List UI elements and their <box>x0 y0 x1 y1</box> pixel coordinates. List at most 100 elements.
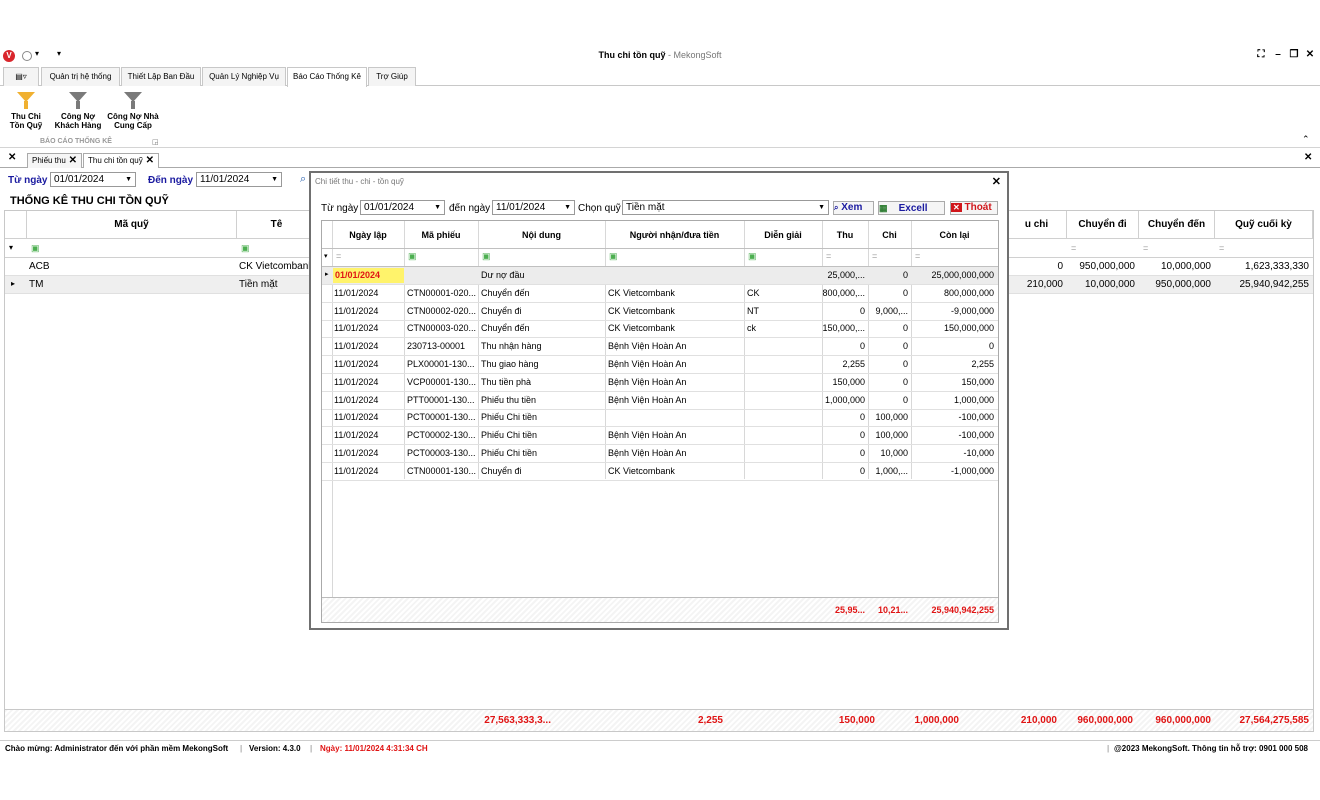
total-cell: 960,000,000 <box>1155 715 1211 726</box>
filter-equals-icon[interactable]: = <box>826 251 831 261</box>
detail-row[interactable]: 11/01/2024 CTN00001-130... Chuyển đi CK Vie… <box>322 463 998 481</box>
cell-chi: 100,000 <box>875 430 908 441</box>
minimize-button[interactable]: – <box>1272 49 1284 60</box>
doc-tab-thu-chi[interactable]: Thu chi tồn quỹ ✕ <box>83 153 159 168</box>
doc-tab-phieu-thu[interactable]: Phiếu thu ✕ <box>27 153 82 168</box>
cell-tong-chi: 210,000 <box>1026 279 1063 290</box>
cong-no-khach-hang-button[interactable]: Công Nợ Khách Hàng <box>52 92 104 130</box>
tab-bao-cao[interactable]: Báo Cáo Thống Kê <box>287 67 367 87</box>
detail-row[interactable]: 11/01/2024 PTT00001-130... Phiếu thu tiền B… <box>322 392 998 410</box>
detail-row[interactable]: 11/01/2024 VCP00001-130... Thu tiền phà Bện… <box>322 374 998 392</box>
col-con-lai[interactable]: Còn lại <box>911 230 998 240</box>
close-tab-icon[interactable]: ✕ <box>146 154 154 168</box>
cell-ngay-lap: 11/01/2024 <box>334 341 379 352</box>
exit-button[interactable]: ✕ Thoát <box>950 201 998 215</box>
tab-quan-tri[interactable]: Quản trị hệ thống <box>41 67 120 86</box>
cell-thu: 1,000,000 <box>824 394 865 405</box>
cell-con-lai: 1,000,000 <box>953 394 994 405</box>
chevron-down-icon[interactable]: ▼ <box>564 201 571 214</box>
col-chi[interactable]: Chi <box>868 230 911 240</box>
dialog-from-date-input[interactable]: 01/01/2024 ▼ <box>360 200 445 215</box>
col-tong-chi[interactable]: u chi <box>1007 211 1067 239</box>
close-window-button[interactable]: ✕ <box>1304 49 1316 60</box>
filter-cell-icon[interactable]: ▣ <box>748 251 757 262</box>
detail-row[interactable]: 11/01/2024 CTN00001-020... Chuyển đến CK Vi… <box>322 285 998 303</box>
cell-thu: 150,000 <box>832 376 865 387</box>
excel-button[interactable]: ▦ Excell <box>878 201 945 215</box>
close-dialog-button[interactable]: ✕ <box>992 175 1001 188</box>
detail-row[interactable]: ▸ 01/01/2024 Dư nợ đầu 25,000,... 0 25,000,00… <box>322 267 998 285</box>
chevron-down-icon[interactable]: ▼ <box>434 201 441 214</box>
cell-chi: 100,000 <box>875 412 908 423</box>
filter-equals-icon[interactable]: = <box>1071 243 1076 253</box>
col-thu[interactable]: Thu <box>822 230 868 240</box>
col-ten[interactable]: Tê <box>237 211 317 239</box>
cell-dien-giai: NT <box>747 305 759 316</box>
filter-equals-icon[interactable]: = <box>336 251 341 261</box>
total-thu: 25,95... <box>834 605 865 615</box>
filter-cell-icon[interactable]: ▣ <box>31 243 40 254</box>
col-ngay-lap[interactable]: Ngày lập <box>332 230 404 240</box>
fund-select[interactable]: Tiền mặt ▼ <box>622 200 829 215</box>
tab-thiet-lap[interactable]: Thiết Lập Ban Đầu <box>121 67 201 86</box>
filter-cell-icon[interactable]: ▣ <box>241 243 250 254</box>
col-ma-phieu[interactable]: Mã phiếu <box>404 230 478 240</box>
filter-cell-icon[interactable]: ▣ <box>408 251 417 262</box>
tab-quan-ly[interactable]: Quản Lý Nghiệp Vụ <box>202 67 286 86</box>
from-date-input[interactable]: 01/01/2024 ▼ <box>50 172 136 187</box>
col-chuyen-di[interactable]: Chuyển đi <box>1067 211 1139 239</box>
status-date: Ngày: 11/01/2024 4:31:34 CH <box>320 744 428 753</box>
restore-layout-icon[interactable]: ⛶ <box>1255 49 1267 60</box>
collapse-ribbon-icon[interactable]: ⌃ <box>1302 134 1310 145</box>
col-ma-quy[interactable]: Mã quỹ <box>27 211 237 239</box>
detail-row[interactable]: 11/01/2024 PCT00002-130... Phiếu Chi tiền B… <box>322 427 998 446</box>
detail-row[interactable]: 11/01/2024 PCT00003-130... Phiếu Chi tiền B… <box>322 445 998 463</box>
cell-nguoi: Bệnh Viện Hoàn An <box>608 430 687 441</box>
filter-equals-icon[interactable]: = <box>915 251 920 261</box>
to-date-input[interactable]: 11/01/2024 ▼ <box>196 172 282 187</box>
detail-row[interactable]: 11/01/2024 PLX00001-130... Thu giao hàng Bệ… <box>322 356 998 374</box>
chevron-down-icon[interactable]: ▼ <box>818 201 825 214</box>
tab-tro-giup[interactable]: Trợ Giúp <box>368 67 416 86</box>
close-doc-icon[interactable]: ✕ <box>1304 152 1312 163</box>
cell-ma-phieu: VCP00001-130... <box>407 376 477 387</box>
group-expand-icon[interactable]: ◲ <box>152 138 159 146</box>
app-menu-button[interactable]: ▤▿ <box>3 67 39 86</box>
cell-nguoi: CK Vietcombank <box>608 323 675 334</box>
col-nguoi-nhan[interactable]: Người nhận/đưa tiền <box>605 230 744 240</box>
filter-equals-icon[interactable]: = <box>1219 243 1224 253</box>
search-icon[interactable]: ⌕ <box>300 173 306 186</box>
col-quy-cuoi-ky[interactable]: Quỹ cuối kỳ <box>1215 211 1313 239</box>
filter-equals-icon[interactable]: = <box>872 251 877 261</box>
total-chi: 10,21... <box>877 605 908 615</box>
cong-no-nha-cung-cap-button[interactable]: Công Nợ Nhà Cung Cấp <box>106 92 160 130</box>
dialog-to-date-input[interactable]: 11/01/2024 ▼ <box>492 200 575 215</box>
close-all-tabs-icon[interactable]: ✕ <box>8 152 16 163</box>
filter-row-icon: ▾ <box>324 253 328 260</box>
cell-noi-dung: Chuyển đến <box>481 323 530 334</box>
detail-row[interactable]: 11/01/2024 CTN00002-020... Chuyển đi CK Vie… <box>322 303 998 321</box>
maximize-button[interactable]: ❐ <box>1288 49 1300 60</box>
dialog-to-label: đến ngày <box>449 203 491 214</box>
cell-con-lai: -9,000,000 <box>950 305 994 316</box>
chevron-down-icon[interactable]: ▼ <box>271 173 278 186</box>
detail-row[interactable]: 11/01/2024 CTN00003-020... Chuyển đến CK Vi… <box>322 320 998 339</box>
chevron-down-icon[interactable]: ▼ <box>125 173 132 186</box>
filter-equals-icon[interactable]: = <box>1143 243 1148 253</box>
col-noi-dung[interactable]: Nội dung <box>478 230 605 240</box>
cell-ngay-lap: 11/01/2024 <box>334 359 379 369</box>
close-tab-icon[interactable]: ✕ <box>69 154 77 168</box>
view-button[interactable]: ⌕ Xem <box>833 201 874 215</box>
dialog-to-date-value: 11/01/2024 <box>496 202 546 213</box>
thu-chi-ton-quy-button[interactable]: Thu Chi Tồn Quỹ <box>6 92 46 130</box>
exit-icon: ✕ <box>951 203 962 212</box>
detail-row[interactable]: 11/01/2024 230713-00001 Thu nhận hàng Bệnh … <box>322 338 998 357</box>
report-heading: THỐNG KÊ THU CHI TỒN QUỸ <box>10 195 169 207</box>
detail-row[interactable]: 11/01/2024 PCT00001-130... Phiếu Chi tiền 0… <box>322 409 998 428</box>
col-dien-giai[interactable]: Diễn giải <box>744 230 822 240</box>
col-chuyen-den[interactable]: Chuyển đến <box>1139 211 1215 239</box>
cell-chi: 0 <box>902 359 908 369</box>
filter-cell-icon[interactable]: ▣ <box>609 251 618 262</box>
filter-cell-icon[interactable]: ▣ <box>482 251 491 262</box>
cell-thu: 0 <box>859 305 865 316</box>
